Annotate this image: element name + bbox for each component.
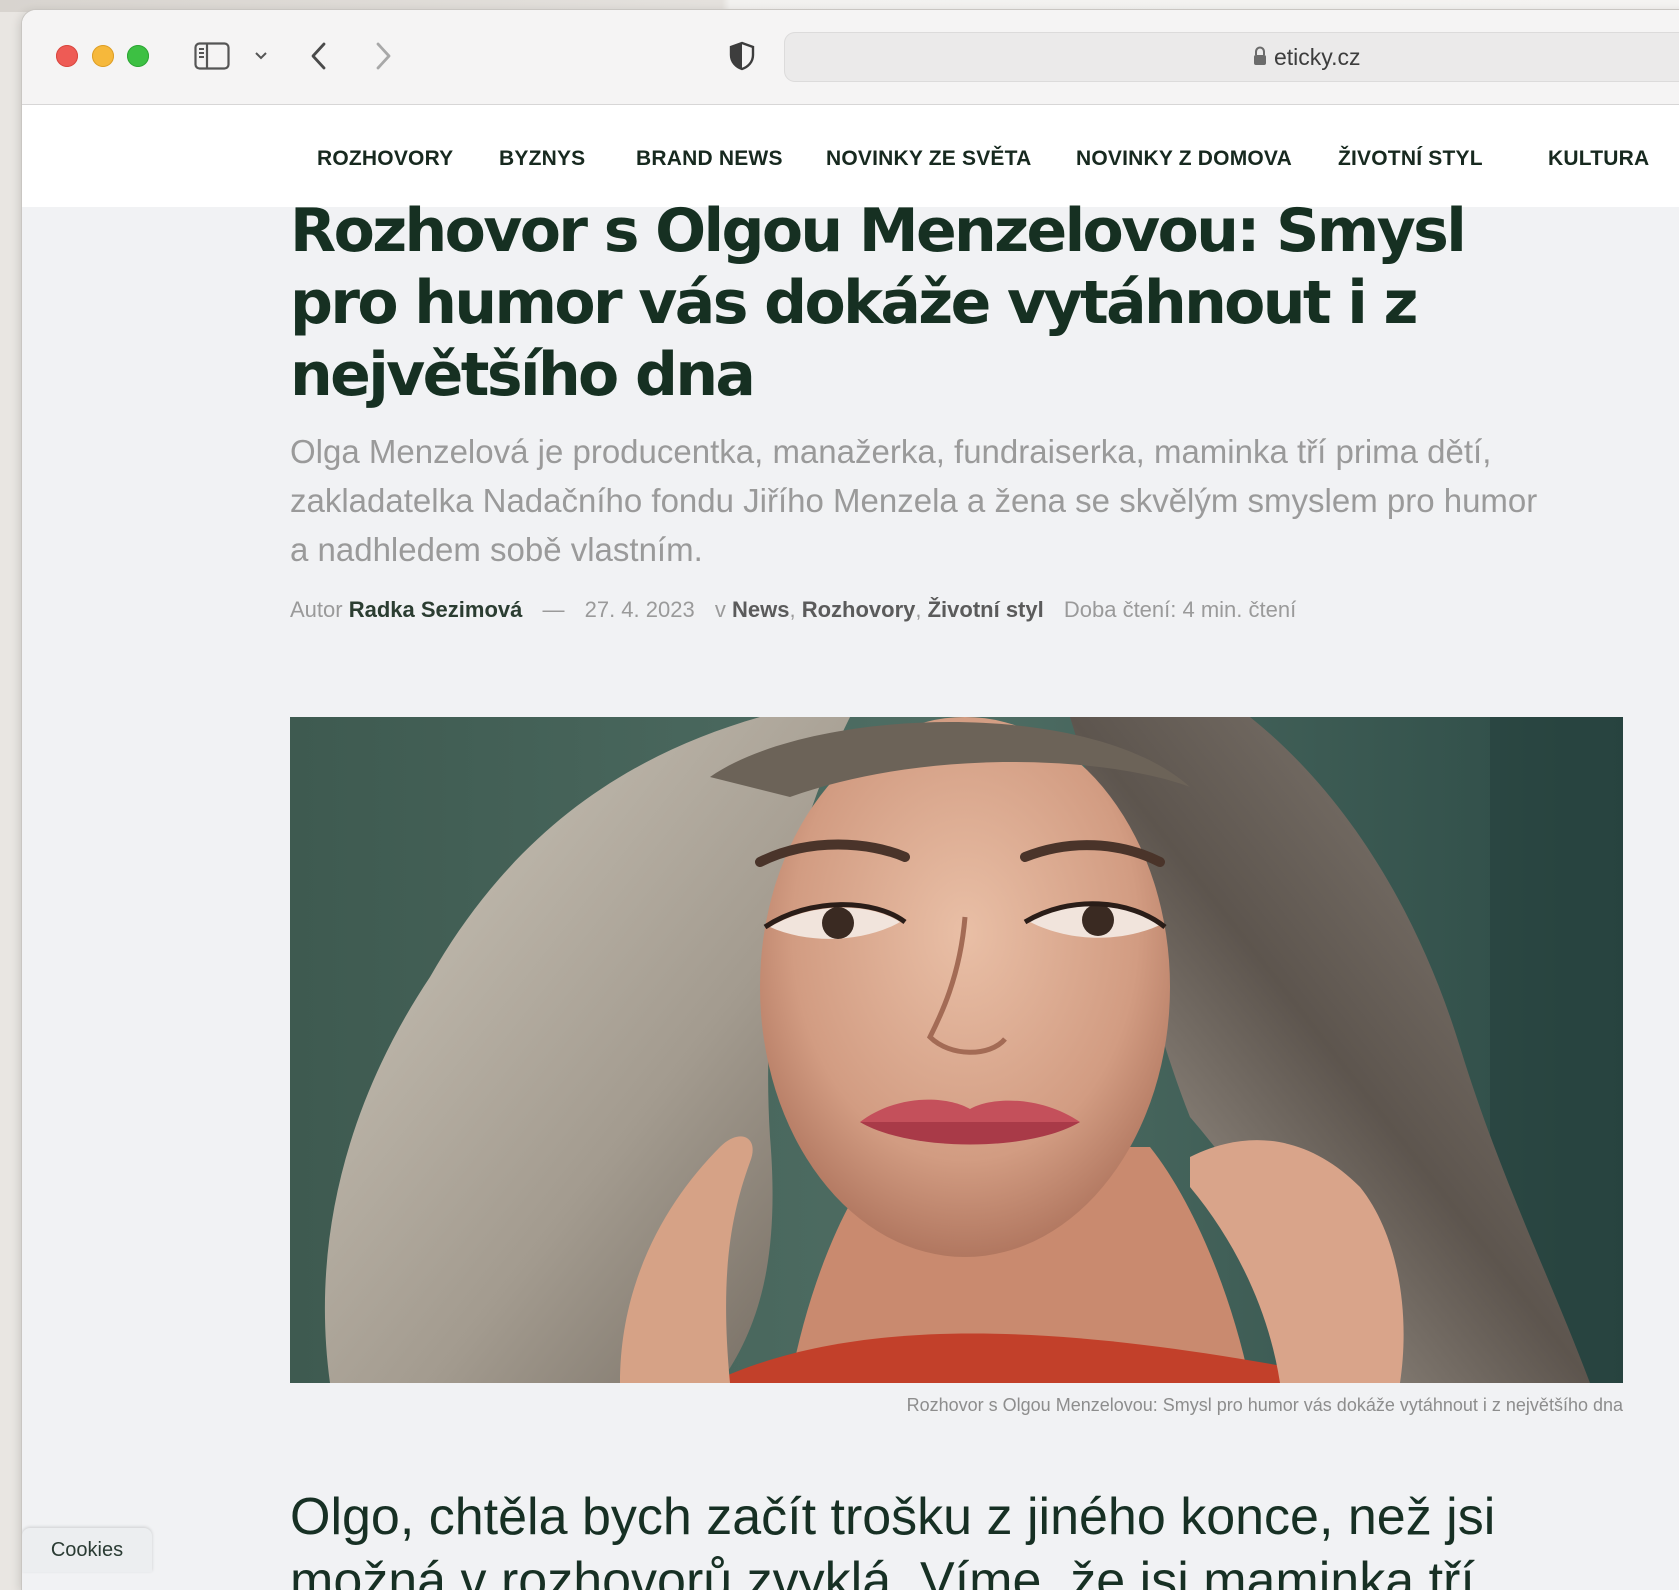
portrait-photo	[290, 717, 1623, 1383]
url-text: eticky.cz	[1274, 44, 1361, 70]
privacy-shield-icon[interactable]	[728, 40, 756, 72]
zoom-window-button[interactable]	[127, 45, 149, 67]
category-link-rozhovory[interactable]: Rozhovory	[802, 597, 916, 622]
cookies-button[interactable]: Cookies	[22, 1528, 152, 1572]
nav-item-zivotni-styl[interactable]: ŽIVOTNÍ STYL	[1338, 147, 1483, 171]
minimize-window-button[interactable]	[92, 45, 114, 67]
nav-item-byznys[interactable]: BYZNYS	[499, 147, 585, 171]
nav-item-novinky-ze-sveta[interactable]: NOVINKY ZE SVĚTA	[826, 147, 1031, 171]
author-label: Autor	[290, 597, 343, 622]
publish-date: 27. 4. 2023	[584, 597, 695, 622]
browser-window: eticky.cz ROZHOVORY BYZNYS BRAND NEWS NO…	[22, 10, 1679, 1590]
article-title: Rozhovor s Olgou Menzelovou: Smysl pro h…	[290, 196, 1467, 410]
nav-item-rozhovory[interactable]: ROZHOVORY	[317, 147, 453, 171]
close-window-button[interactable]	[56, 45, 78, 67]
article-meta: Autor Radka Sezimová — 27. 4. 2023 v New…	[290, 597, 1297, 622]
nav-item-novinky-z-domova[interactable]: NOVINKY Z DOMOVA	[1076, 147, 1292, 171]
category-link-zivotni-styl[interactable]: Životní styl	[928, 597, 1044, 622]
back-arrow-icon[interactable]	[308, 40, 330, 72]
category-link-news[interactable]: News	[732, 597, 789, 622]
site-navigation: ROZHOVORY BYZNYS BRAND NEWS NOVINKY ZE S…	[22, 105, 1679, 207]
reading-time: Doba čtení: 4 min. čtení	[1063, 597, 1297, 622]
nav-item-brand-news[interactable]: BRAND NEWS	[636, 147, 783, 171]
author-link[interactable]: Radka Sezimová	[349, 597, 523, 622]
nav-item-kultura[interactable]: KULTURA	[1548, 147, 1649, 171]
in-label: v	[714, 597, 726, 622]
address-bar[interactable]: eticky.cz	[784, 32, 1679, 82]
meta-separator: —	[542, 597, 565, 622]
forward-arrow-icon[interactable]	[372, 40, 394, 72]
article-hero-image	[290, 717, 1623, 1383]
lock-icon	[1254, 46, 1266, 65]
image-caption: Rozhovor s Olgou Menzelovou: Smysl pro h…	[906, 1395, 1623, 1415]
article-perex: Olga Menzelová je producentka, manažerka…	[290, 433, 1538, 568]
first-question: Olgo, chtěla bych začít trošku z jiného …	[290, 1488, 1496, 1590]
article-content: Rozhovor s Olgou Menzelovou: Smysl pro h…	[22, 196, 1679, 1590]
chevron-down-icon[interactable]	[254, 50, 268, 62]
sidebar-icon[interactable]	[194, 42, 230, 70]
browser-toolbar: eticky.cz	[22, 10, 1679, 105]
